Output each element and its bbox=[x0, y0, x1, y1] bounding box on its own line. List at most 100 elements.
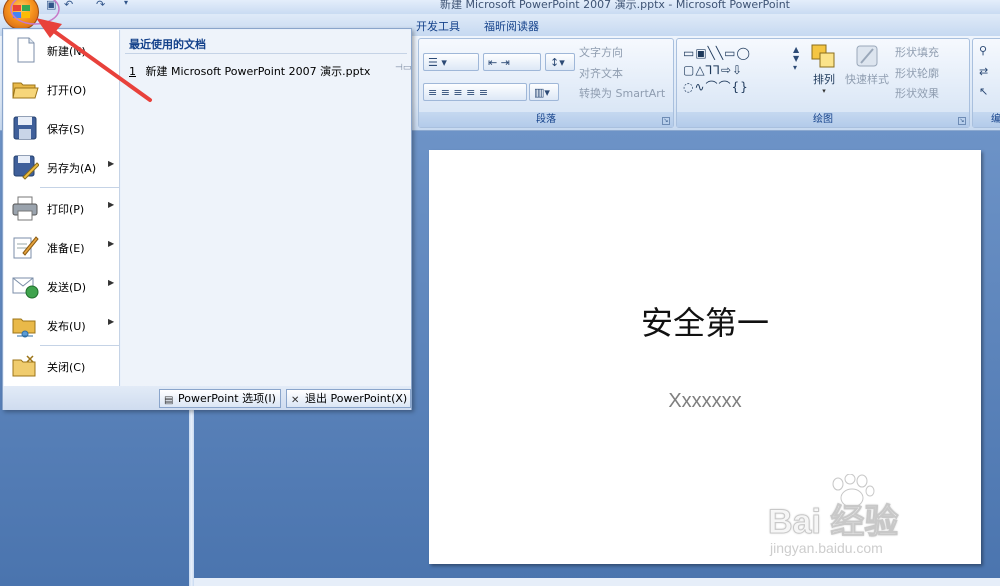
menu-item-close[interactable]: 关闭(C) bbox=[4, 347, 120, 385]
shapes-scroll-icon[interactable]: ▲ ▼ ▾ bbox=[793, 45, 799, 72]
recent-document-index: 1 bbox=[129, 65, 136, 78]
shapes-gallery[interactable]: ▭▣╲╲▭◯ ▢△⅂⅂⇨⇩ ◌∿⌒⌒{} bbox=[683, 45, 793, 97]
columns-icon: ▥▾ bbox=[534, 86, 550, 99]
drawing-group: ▭▣╲╲▭◯ ▢△⅂⅂⇨⇩ ◌∿⌒⌒{} ▲ ▼ ▾ 排列 ▾ 快速样式 形状填充 形状… bbox=[676, 38, 970, 128]
recent-document-name: 新建 Microsoft PowerPoint 2007 演示.pptx bbox=[145, 65, 371, 78]
arrange-icon bbox=[811, 44, 835, 68]
menu-separator bbox=[40, 187, 120, 188]
align-buttons[interactable]: ≡ ≡ ≡ ≡ ≡ bbox=[423, 83, 527, 101]
recent-divider bbox=[125, 53, 407, 54]
line-spacing-icon: ↕▾ bbox=[550, 56, 565, 69]
slide-subtitle[interactable]: Xxxxxxx bbox=[429, 390, 981, 413]
watermark-brand: Bai 经验 bbox=[767, 503, 899, 542]
new-document-icon bbox=[17, 37, 35, 63]
window-title: 新建 Microsoft PowerPoint 2007 演示.pptx - M… bbox=[440, 0, 790, 11]
powerpoint-options-button[interactable]: ▤ PowerPoint 选项(I) bbox=[159, 389, 281, 408]
customize-dropdown-icon[interactable]: ▾ bbox=[124, 0, 128, 7]
tab-foxit-reader[interactable]: 福昕阅读器 bbox=[484, 18, 539, 34]
replace-icon[interactable]: ⇄ bbox=[979, 65, 988, 78]
select-icon[interactable]: ↖ bbox=[979, 85, 988, 98]
submenu-arrow-icon: ▶ bbox=[108, 200, 115, 209]
menu-item-save[interactable]: 保存(S) bbox=[4, 109, 120, 147]
menu-item-close-label: 关闭(C) bbox=[47, 361, 86, 374]
quick-styles-label: 快速样式 bbox=[845, 73, 889, 86]
columns-button[interactable]: ▥▾ bbox=[529, 83, 559, 101]
find-icon[interactable]: ⚲ bbox=[979, 44, 987, 57]
shape-fill-button[interactable]: 形状填充 bbox=[895, 44, 939, 60]
align-text-button[interactable]: 对齐文本 bbox=[579, 65, 623, 81]
editing-group: ⚲ ⇄ ↖ 编 bbox=[972, 38, 1000, 128]
menu-item-prepare[interactable]: 准备(E) ▶ bbox=[4, 228, 120, 266]
shape-effects-button[interactable]: 形状效果 bbox=[895, 85, 939, 101]
drawing-launcher-icon[interactable]: ↘ bbox=[958, 117, 966, 125]
open-folder-icon bbox=[12, 82, 39, 99]
menu-item-new-label: 新建(N) bbox=[47, 45, 86, 58]
arrange-dropdown-icon: ▾ bbox=[822, 87, 826, 95]
publish-icon bbox=[12, 318, 36, 338]
menu-item-open[interactable]: 打开(O) bbox=[4, 70, 120, 108]
menu-item-print-label: 打印(P) bbox=[47, 203, 85, 216]
baidu-watermark: Bai 经验 jingyan.baidu.com bbox=[760, 472, 990, 562]
menu-item-publish-label: 发布(U) bbox=[47, 320, 86, 333]
submenu-arrow-icon: ▶ bbox=[108, 239, 115, 248]
menu-item-save-as[interactable]: 另存为(A) ▶ bbox=[4, 148, 120, 186]
arrange-button[interactable]: 排列 ▾ bbox=[807, 43, 841, 95]
slide-title[interactable]: 安全第一 bbox=[429, 298, 981, 344]
recent-document-item[interactable]: 1 新建 Microsoft PowerPoint 2007 演示.pptx bbox=[129, 63, 370, 79]
menu-item-new[interactable]: 新建(N) bbox=[4, 31, 120, 69]
watermark-url: jingyan.baidu.com bbox=[770, 540, 883, 556]
submenu-arrow-icon: ▶ bbox=[108, 278, 115, 287]
menu-separator bbox=[40, 345, 120, 346]
office-menu: 新建(N) 打开(O) 保存(S) 另存为(A) ▶ 打印(P) ▶ 准备(E)… bbox=[2, 28, 412, 410]
recent-documents-pane: 最近使用的文档 1 新建 Microsoft PowerPoint 2007 演… bbox=[121, 30, 411, 386]
indent-icon: ⇤ ⇥ bbox=[488, 56, 510, 69]
paragraph-group: ☰ ▾ ⇤ ⇥ ↕▾ 文字方向 对齐文本 ≡ ≡ ≡ ≡ ≡ ▥▾ 转换为 Sm… bbox=[418, 38, 674, 128]
save-disk-icon bbox=[13, 116, 37, 140]
recent-documents-heading: 最近使用的文档 bbox=[129, 38, 206, 51]
close-folder-icon bbox=[12, 355, 36, 377]
title-bar: 新建 Microsoft PowerPoint 2007 演示.pptx - M… bbox=[0, 0, 1000, 14]
office-logo-icon bbox=[13, 5, 30, 18]
quick-styles-button[interactable]: 快速样式 bbox=[843, 43, 891, 87]
shape-outline-button[interactable]: 形状轮廓 bbox=[895, 65, 939, 81]
menu-item-save-label: 保存(S) bbox=[47, 123, 85, 136]
bullets-icon: ☰ ▾ bbox=[428, 56, 447, 69]
redo-icon[interactable]: ↷ bbox=[96, 0, 105, 11]
menu-item-send-label: 发送(D) bbox=[47, 281, 87, 294]
convert-smartart-button[interactable]: 转换为 SmartArt bbox=[579, 85, 665, 101]
powerpoint-options-label: PowerPoint 选项(I) bbox=[178, 392, 276, 405]
menu-item-send[interactable]: 发送(D) ▶ bbox=[4, 267, 120, 305]
menu-item-prepare-label: 准备(E) bbox=[47, 242, 85, 255]
undo-icon[interactable]: ↶ bbox=[64, 0, 73, 11]
office-menu-footer: ▤ PowerPoint 选项(I) ✕ 退出 PowerPoint(X) bbox=[3, 386, 411, 410]
drawing-group-label: 绘图 bbox=[677, 112, 969, 127]
menu-item-print[interactable]: 打印(P) ▶ bbox=[4, 189, 120, 227]
save-quick-icon[interactable]: ▣ bbox=[46, 0, 56, 11]
office-menu-commands: 新建(N) 打开(O) 保存(S) 另存为(A) ▶ 打印(P) ▶ 准备(E)… bbox=[4, 30, 120, 386]
indent-button[interactable]: ⇤ ⇥ bbox=[483, 53, 541, 71]
menu-item-publish[interactable]: 发布(U) ▶ bbox=[4, 306, 120, 344]
bullets-button[interactable]: ☰ ▾ bbox=[423, 53, 479, 71]
exit-powerpoint-button[interactable]: ✕ 退出 PowerPoint(X) bbox=[286, 389, 411, 408]
line-spacing-button[interactable]: ↕▾ bbox=[545, 53, 575, 71]
submenu-arrow-icon: ▶ bbox=[108, 317, 115, 326]
pin-icon[interactable]: ⊣▭ bbox=[395, 63, 411, 73]
menu-item-open-label: 打开(O) bbox=[47, 84, 87, 97]
menu-item-save-as-label: 另存为(A) bbox=[47, 162, 97, 175]
paragraph-launcher-icon[interactable]: ↘ bbox=[662, 117, 670, 125]
tab-developer[interactable]: 开发工具 bbox=[416, 18, 460, 34]
quick-styles-icon bbox=[856, 45, 878, 67]
quick-access-toolbar: ▣ ↶ ↷ ▾ bbox=[40, 0, 130, 12]
exit-x-icon: ✕ bbox=[291, 395, 300, 406]
arrange-label: 排列 bbox=[813, 73, 835, 86]
exit-powerpoint-label: 退出 PowerPoint(X) bbox=[305, 392, 408, 405]
editing-group-label: 编 bbox=[973, 112, 1000, 127]
save-as-icon bbox=[13, 155, 39, 180]
printer-icon bbox=[12, 196, 38, 221]
paragraph-group-label: 段落 bbox=[419, 112, 673, 127]
submenu-arrow-icon: ▶ bbox=[108, 159, 115, 168]
prepare-pen-icon bbox=[13, 236, 39, 259]
text-direction-button[interactable]: 文字方向 bbox=[579, 44, 623, 60]
align-icon: ≡ ≡ ≡ ≡ ≡ bbox=[428, 86, 489, 99]
send-icon bbox=[12, 277, 39, 299]
